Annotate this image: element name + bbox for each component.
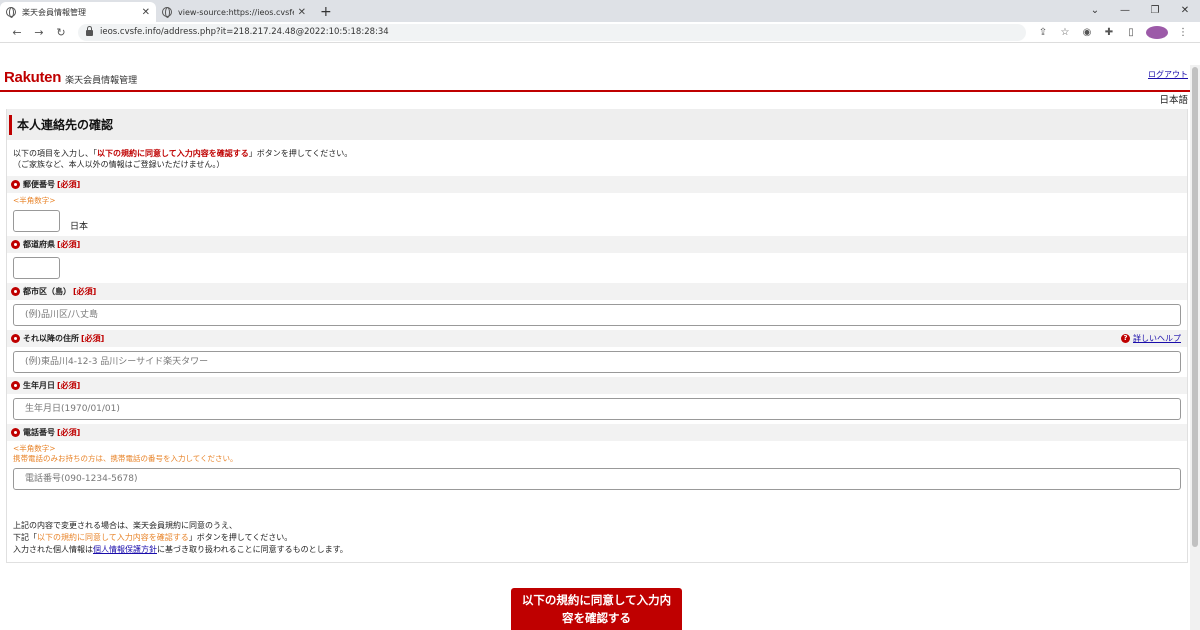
help-link[interactable]: 詳しいヘルプ [1133, 333, 1181, 344]
city-section-header: 都市区（島） [必須] [7, 283, 1187, 300]
web-page: Rakuten 楽天会員情報管理 ログアウト 日本語 本人連絡先の確認 以下の項… [0, 65, 1200, 630]
phone-hint: <半角数字> 携帯電話のみお持ちの方は、携帯電話の番号を入力してください。 [13, 444, 238, 463]
bullet-icon [11, 287, 20, 296]
site-subtitle: 楽天会員情報管理 [65, 75, 138, 86]
reload-icon[interactable]: ↻ [50, 26, 72, 39]
close-icon[interactable]: ✕ [142, 7, 150, 18]
chevron-down-icon[interactable]: ⌄ [1080, 5, 1110, 16]
page-title-bar: 本人連絡先の確認 [7, 109, 1187, 140]
globe-icon [162, 7, 172, 18]
page-scrollbar[interactable] [1190, 65, 1200, 630]
prefecture-section-header: 都道府県 [必須] [7, 236, 1187, 253]
phone-input[interactable] [13, 468, 1181, 490]
postal-code-input[interactable] [13, 210, 60, 232]
city-input[interactable] [13, 304, 1181, 326]
country-label: 日本 [70, 221, 89, 232]
address-section-header: それ以降の住所 [必須] ? 詳しいヘルプ [7, 330, 1187, 347]
extension-icon[interactable]: ◉ [1076, 27, 1098, 38]
rakuten-logo[interactable]: Rakuten [4, 69, 61, 86]
address-label: それ以降の住所 [23, 334, 79, 343]
phone-section-header: 電話番号 [必須] [7, 424, 1187, 441]
forward-icon[interactable]: → [28, 26, 50, 39]
required-badge: [必須] [81, 334, 105, 343]
url-text: ieos.cvsfe.info/address.php?it=218.217.2… [100, 27, 389, 37]
browser-tabstrip: 楽天会員情報管理 ✕ view-source:https://ieos.cvsf… [0, 0, 1200, 22]
birthday-label: 生年月日 [23, 381, 55, 390]
bullet-icon [11, 381, 20, 390]
postal-label: 郵便番号 [23, 180, 55, 189]
bullet-icon [11, 180, 20, 189]
help-icon[interactable]: ? [1121, 334, 1130, 343]
tab-title: 楽天会員情報管理 [22, 7, 86, 17]
tab-title: view-source:https://ieos.cvsfe.info [178, 7, 294, 17]
required-badge: [必須] [57, 381, 81, 390]
new-tab-icon[interactable]: + [320, 4, 332, 20]
prefecture-label: 都道府県 [23, 240, 55, 249]
form-container: 本人連絡先の確認 以下の項目を入力し、「以下の規約に同意して入力内容を確認する」… [6, 109, 1188, 563]
bullet-icon [11, 240, 20, 249]
postal-hint: <半角数字> [13, 196, 56, 205]
restore-icon[interactable]: ❐ [1140, 5, 1170, 16]
address-input[interactable] [13, 351, 1181, 373]
puzzle-icon[interactable]: ✚ [1098, 27, 1120, 38]
language-label[interactable]: 日本語 [0, 92, 1200, 109]
required-badge: [必須] [57, 428, 81, 437]
bullet-icon [11, 334, 20, 343]
menu-icon[interactable]: ⋮ [1172, 27, 1194, 38]
browser-tab-active[interactable]: 楽天会員情報管理 ✕ [0, 2, 156, 22]
lock-icon [86, 26, 93, 36]
browser-toolbar: ← → ↻ ieos.cvsfe.info/address.php?it=218… [0, 22, 1200, 43]
share-icon[interactable]: ⇪ [1032, 27, 1054, 38]
terms-text: 上記の内容で変更される場合は、楽天会員規約に同意のうえ、 下記「以下の規約に同意… [13, 521, 348, 554]
window-controls: ⌄ — ❐ ✕ [1080, 0, 1200, 20]
close-icon[interactable]: ✕ [298, 7, 306, 18]
prefecture-input[interactable] [13, 257, 60, 279]
close-window-icon[interactable]: ✕ [1170, 5, 1200, 16]
profile-avatar[interactable] [1146, 25, 1168, 39]
agree-and-confirm-button[interactable]: 以下の規約に同意して入力内容を確認する [511, 588, 682, 630]
star-icon[interactable]: ☆ [1054, 27, 1076, 38]
birthday-section-header: 生年月日 [必須] [7, 377, 1187, 394]
birthday-input[interactable] [13, 398, 1181, 420]
required-badge: [必須] [57, 180, 81, 189]
minimize-icon[interactable]: — [1110, 5, 1140, 16]
browser-tab[interactable]: view-source:https://ieos.cvsfe.info ✕ [156, 2, 312, 22]
address-bar[interactable]: ieos.cvsfe.info/address.php?it=218.217.2… [78, 23, 1026, 41]
required-badge: [必須] [73, 287, 97, 296]
help-link-group: ? 詳しいヘルプ [1121, 333, 1181, 344]
bullet-icon [11, 428, 20, 437]
globe-icon [6, 7, 16, 18]
sidepanel-icon[interactable]: ▯ [1120, 27, 1142, 38]
back-icon[interactable]: ← [6, 26, 28, 39]
scrollbar-thumb[interactable] [1192, 67, 1198, 547]
required-badge: [必須] [57, 240, 81, 249]
intro-text: 以下の項目を入力し、「以下の規約に同意して入力内容を確認する」ボタンを押してくだ… [13, 149, 353, 169]
postal-section-header: 郵便番号 [必須] [7, 176, 1187, 193]
page-title: 本人連絡先の確認 [17, 118, 114, 132]
site-header: Rakuten 楽天会員情報管理 ログアウト [0, 65, 1200, 92]
privacy-policy-link[interactable]: 個人情報保護方針 [93, 545, 157, 554]
city-label: 都市区（島） [23, 287, 71, 296]
phone-label: 電話番号 [23, 428, 55, 437]
logout-link[interactable]: ログアウト [1148, 69, 1188, 80]
